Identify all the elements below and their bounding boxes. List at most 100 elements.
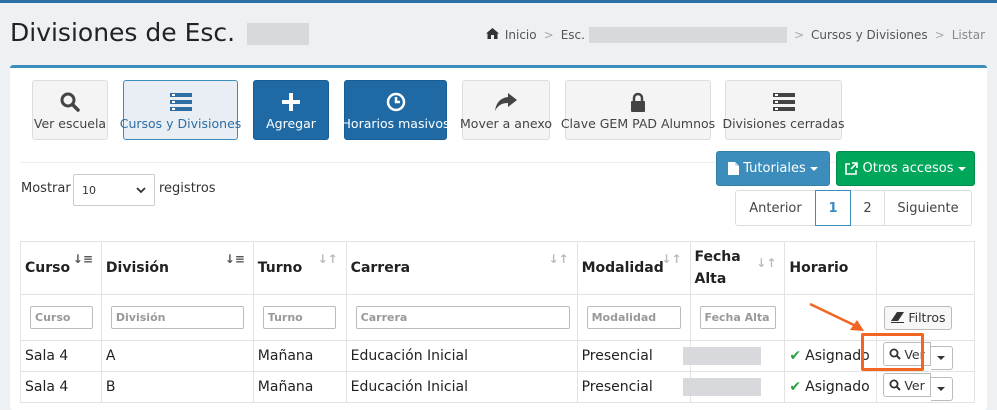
filter-cell: Carrera (345, 294, 578, 341)
divisions-panel: Ver escuela Cursos y Divisiones Agregar … (10, 65, 987, 410)
filter-row: Curso División Turno Carrera Modalidad F… (20, 294, 975, 341)
clave-gem-button[interactable]: Clave GEM PAD Alumnos (561, 80, 715, 140)
breadcrumb-home[interactable]: Inicio (505, 28, 537, 42)
clock-icon (386, 90, 406, 114)
home-icon (485, 28, 499, 42)
divisiones-cerradas-button[interactable]: Divisiones cerradas (722, 80, 845, 140)
page-title-text: Divisiones de Esc. (10, 18, 236, 47)
divisiones-cerradas-label: Divisiones cerradas (722, 115, 845, 131)
plus-icon (282, 90, 300, 114)
breadcrumb-separator: > (543, 28, 554, 42)
column-header-label: Horario (789, 260, 849, 276)
check-icon: ✔ (789, 348, 802, 364)
sort-desc-icon: ↓≡ (72, 252, 93, 266)
filter-input-division[interactable]: División (110, 306, 244, 329)
otros-accesos-dropdown-button[interactable]: Otros accesos (836, 151, 975, 186)
agregar-button[interactable]: Agregar (253, 80, 329, 140)
divider (20, 162, 977, 163)
list-icon (169, 90, 192, 114)
redacted-school-name (247, 23, 310, 45)
cell-curso: Sala 4 (20, 340, 102, 372)
horario-status: Asignado (805, 348, 870, 364)
table-header-row: Curso ↓≡ División ↓≡ Turno ↓↑ Carrera ↓↑ Mod… (20, 241, 975, 295)
ver-escuela-button[interactable]: Ver escuela (32, 80, 108, 140)
cell-carrera: Educación Inicial (345, 371, 578, 403)
column-header-modalidad[interactable]: Modalidad ↓↑ (576, 241, 691, 295)
table-row: Sala 4 B Mañana Educación Inicial Presen… (20, 371, 975, 403)
filter-cell: Fecha Alta (689, 294, 786, 341)
caret-down-icon (809, 166, 818, 171)
table-row: Sala 4 A Mañana Educación Inicial Presen… (20, 340, 975, 372)
column-header-fecha-alta[interactable]: Fecha Alta ↓↑ (689, 241, 786, 295)
top-accent-bar (0, 0, 997, 3)
cell-fecha-alta (682, 371, 786, 403)
sort-icon: ↓↑ (548, 252, 569, 266)
cell-turno: Mañana (252, 371, 347, 403)
filter-input-carrera[interactable]: Carrera (355, 306, 570, 329)
list-icon (772, 90, 795, 114)
column-header-turno[interactable]: Turno ↓↑ (252, 241, 347, 295)
filter-input-curso[interactable]: Curso (30, 306, 93, 329)
filter-input-fecha-alta[interactable]: Fecha Alta (699, 306, 776, 329)
filter-cell: Curso (20, 294, 102, 341)
column-header-horario: Horario (784, 241, 878, 295)
filter-input-modalidad[interactable]: Modalidad (586, 306, 681, 329)
filter-cell: División (100, 294, 254, 341)
search-icon (889, 379, 902, 391)
cell-division: B (100, 371, 254, 403)
column-header-division[interactable]: División ↓≡ (100, 241, 254, 295)
cursos-divisiones-label: Cursos y Divisiones (119, 115, 242, 131)
column-header-label: Turno (257, 260, 303, 276)
filtros-button[interactable]: Filtros (884, 305, 953, 330)
pagination-page-2[interactable]: 2 (850, 190, 885, 226)
cell-actions: Ver (876, 371, 975, 403)
tutoriales-dropdown-button[interactable]: Tutoriales (716, 151, 830, 186)
column-header-curso[interactable]: Curso ↓≡ (20, 241, 102, 295)
breadcrumb-separator: > (934, 28, 945, 42)
redacted-date (682, 378, 761, 396)
ver-label: Ver (904, 346, 925, 362)
clave-gem-label: Clave GEM PAD Alumnos (560, 115, 716, 131)
divisions-table: Curso ↓≡ División ↓≡ Turno ↓↑ Carrera ↓↑ Mod… (20, 241, 975, 403)
pagination: Anterior 1 2 Siguiente (735, 190, 972, 226)
cell-actions: Ver (876, 340, 975, 372)
ver-button[interactable]: Ver (883, 373, 931, 397)
breadcrumb-separator: > (793, 28, 804, 42)
ver-dropdown-toggle[interactable] (930, 377, 953, 401)
horarios-masivos-button[interactable]: Horarios masivos (342, 80, 450, 140)
search-icon (60, 90, 80, 114)
cursos-divisiones-button[interactable]: Cursos y Divisiones (120, 80, 241, 140)
pagination-page-1[interactable]: 1 (815, 190, 851, 226)
cell-horario: ✔ Asignado (784, 371, 878, 403)
ver-escuela-label: Ver escuela (33, 115, 107, 131)
column-header-actions (876, 241, 975, 295)
filter-cell (784, 294, 878, 341)
redacted-date (682, 347, 761, 365)
ver-label: Ver (904, 377, 925, 393)
pagination-previous[interactable]: Anterior (735, 190, 816, 226)
column-header-carrera[interactable]: Carrera ↓↑ (345, 241, 578, 295)
redacted-school-breadcrumb (588, 27, 787, 43)
caret-down-icon (937, 387, 946, 391)
mover-anexo-label: Mover a anexo (460, 115, 552, 131)
breadcrumb: Inicio > Esc. > Cursos y Divisiones > Li… (485, 27, 985, 43)
length-prefix: Mostrar (21, 181, 71, 196)
cell-fecha-alta (682, 340, 786, 372)
sort-desc-icon: ↓≡ (224, 252, 245, 266)
caret-down-icon (937, 356, 946, 360)
breadcrumb-school[interactable]: Esc. (561, 28, 585, 42)
filter-cell: Filtros (876, 294, 975, 341)
check-icon: ✔ (789, 379, 802, 395)
otros-accesos-label: Otros accesos (862, 161, 954, 176)
pagination-next[interactable]: Siguiente (884, 190, 972, 226)
cell-division: A (100, 340, 254, 372)
length-suffix: registros (159, 181, 216, 196)
filter-input-turno[interactable]: Turno (262, 306, 336, 329)
page-length-select[interactable]: 10 (73, 174, 155, 206)
column-header-label: Modalidad (581, 260, 664, 276)
ver-button[interactable]: Ver (883, 342, 931, 366)
breadcrumb-section[interactable]: Cursos y Divisiones (811, 28, 928, 42)
ver-dropdown-toggle[interactable] (930, 346, 953, 370)
eraser-icon (891, 312, 905, 323)
mover-anexo-button[interactable]: Mover a anexo (460, 80, 552, 140)
